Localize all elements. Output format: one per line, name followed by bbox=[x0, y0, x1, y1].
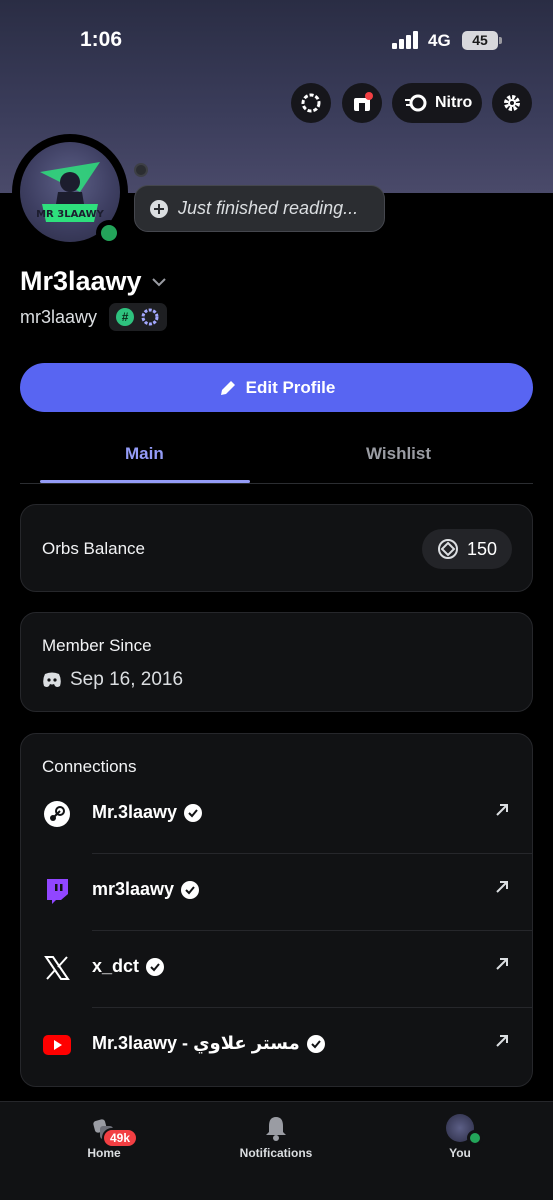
plus-circle-icon bbox=[150, 199, 168, 218]
pencil-icon bbox=[220, 380, 235, 395]
connection-name: x_dct bbox=[92, 956, 165, 977]
divider bbox=[92, 853, 532, 854]
online-status-indicator bbox=[467, 1130, 483, 1146]
signal-icon bbox=[392, 31, 420, 49]
custom-status-bubble[interactable]: Just finished reading... bbox=[134, 185, 385, 232]
nitro-icon bbox=[405, 94, 427, 112]
bell-icon bbox=[266, 1117, 286, 1141]
twitch-icon bbox=[43, 877, 71, 905]
status-bar: 1:06 4G 45 bbox=[0, 0, 553, 82]
divider bbox=[92, 930, 532, 931]
orbs-balance-label: Orbs Balance bbox=[42, 539, 145, 558]
orbs-balance-value: 150 bbox=[466, 538, 498, 559]
orb-icon bbox=[437, 539, 458, 559]
nav-you[interactable]: You bbox=[400, 1114, 520, 1160]
connection-row-x[interactable]: x_dct bbox=[21, 930, 532, 1006]
handle-row: mr3laawy # bbox=[20, 303, 168, 331]
verified-icon bbox=[306, 1034, 325, 1053]
edit-profile-label: Edit Profile bbox=[245, 377, 336, 397]
shop-button[interactable] bbox=[342, 83, 382, 123]
hashtag-badge-icon: # bbox=[116, 308, 135, 326]
custom-status-text: Just finished reading... bbox=[178, 198, 359, 218]
orbs-balance-pill: 150 bbox=[422, 529, 512, 569]
connection-name: Mr.3laawy bbox=[92, 802, 203, 823]
status-time: 1:06 bbox=[80, 28, 123, 51]
external-link-icon bbox=[496, 958, 508, 970]
nitro-button[interactable]: Nitro bbox=[392, 83, 482, 123]
active-tab-indicator bbox=[40, 480, 250, 483]
verified-icon bbox=[184, 803, 203, 822]
nav-you-label: You bbox=[449, 1146, 471, 1160]
verified-icon bbox=[181, 880, 200, 899]
nitro-badge-icon bbox=[141, 308, 159, 326]
nav-notifications-label: Notifications bbox=[239, 1146, 313, 1160]
external-link-icon bbox=[496, 881, 508, 893]
bottom-nav: Home 49k Notifications You bbox=[0, 1101, 553, 1200]
nitro-label: Nitro bbox=[435, 94, 473, 111]
status-bubble-tail bbox=[134, 163, 148, 177]
external-link-icon bbox=[496, 804, 508, 816]
nav-home-label: Home bbox=[87, 1146, 121, 1160]
shop-notification-dot bbox=[365, 92, 373, 100]
youtube-icon bbox=[43, 1031, 71, 1059]
profile-tabs: Main Wishlist bbox=[20, 430, 533, 484]
online-status-indicator bbox=[96, 220, 122, 246]
nav-notifications[interactable]: Notifications bbox=[216, 1114, 336, 1160]
tab-wishlist[interactable]: Wishlist bbox=[366, 444, 431, 464]
home-unread-badge: 49k bbox=[102, 1128, 139, 1148]
battery-icon: 45 bbox=[462, 31, 498, 50]
divider bbox=[92, 1007, 532, 1008]
connections-title: Connections bbox=[42, 757, 137, 776]
tab-main[interactable]: Main bbox=[125, 444, 164, 464]
member-since-row: Sep 16, 2016 bbox=[42, 669, 183, 691]
connection-row-youtube[interactable]: Mr.3laawy - مستر علاوي bbox=[21, 1007, 532, 1083]
steam-icon bbox=[43, 800, 71, 828]
x-icon bbox=[43, 954, 71, 982]
external-link-icon bbox=[496, 1035, 508, 1047]
svg-text:MR 3LAAWY: MR 3LAAWY bbox=[36, 209, 105, 220]
battery-tip bbox=[499, 37, 502, 44]
edit-profile-button[interactable]: Edit Profile bbox=[20, 363, 533, 412]
connection-row-steam[interactable]: Mr.3laawy bbox=[21, 776, 532, 852]
profile-badges[interactable]: # bbox=[109, 303, 168, 331]
orbs-icon bbox=[301, 93, 321, 113]
you-avatar bbox=[446, 1114, 483, 1146]
nav-home[interactable]: Home 49k bbox=[44, 1114, 164, 1160]
display-name: Mr3laawy bbox=[20, 266, 142, 296]
username-handle: mr3laawy bbox=[20, 306, 98, 327]
connection-row-twitch[interactable]: mr3laawy bbox=[21, 853, 532, 929]
display-name-button[interactable]: Mr3laawy bbox=[20, 266, 166, 297]
verified-icon bbox=[146, 957, 165, 976]
discord-icon bbox=[43, 672, 61, 687]
member-since-card: Member Since Sep 16, 2016 bbox=[20, 612, 533, 712]
member-since-title: Member Since bbox=[42, 636, 152, 655]
quests-button[interactable] bbox=[291, 83, 331, 123]
connection-name: Mr.3laawy - مستر علاوي bbox=[92, 1033, 326, 1054]
member-since-date: Sep 16, 2016 bbox=[70, 669, 184, 690]
orbs-balance-card[interactable]: Orbs Balance 150 bbox=[20, 504, 533, 592]
gear-icon bbox=[504, 95, 520, 111]
network-label: 4G bbox=[428, 31, 451, 50]
connections-card: Connections Mr.3laawy mr3laawy x_dct Mr.… bbox=[20, 733, 533, 1087]
chevron-down-icon bbox=[151, 277, 166, 286]
settings-button[interactable] bbox=[492, 83, 532, 123]
connection-name: mr3laawy bbox=[92, 879, 200, 900]
